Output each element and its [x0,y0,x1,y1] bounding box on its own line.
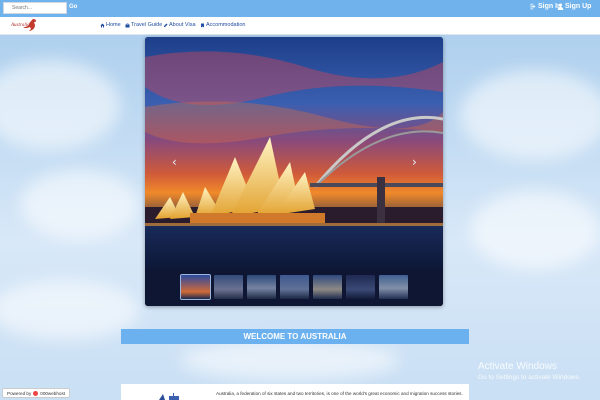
powered-by-label: Powered by [7,390,32,396]
webhost-logo-icon [33,390,39,396]
thumbnail-1[interactable] [180,274,211,300]
activate-windows-watermark: Activate Windows Go to Settings to activ… [478,361,581,381]
activate-windows-subtitle: Go to Settings to activate Windows. [478,374,581,381]
home-icon [100,23,105,27]
activate-windows-title: Activate Windows [478,361,557,372]
search-input[interactable] [3,2,67,14]
signup-label: Sign Up [565,3,592,10]
thumbnail-7[interactable] [379,275,408,299]
thumbnail-5[interactable] [313,275,342,299]
cloud-decoration [180,340,400,380]
cloud-decoration [0,280,140,340]
intro-illustration [159,393,179,400]
intro-card: Australia, a federation of six states an… [121,384,469,400]
thumbnail-strip [145,269,443,306]
bookmark-icon [201,23,204,27]
cloud-decoration [470,190,600,270]
nav-home[interactable]: Home [100,22,121,28]
pencil-icon [164,23,168,27]
nav-accommodation-label: Accommodation [206,22,246,28]
logo-text: Australia [11,23,30,28]
welcome-title: WELCOME TO AUSTRALIA [243,332,347,341]
signin-icon [530,3,536,10]
cloud-decoration [20,170,140,240]
image-slider[interactable]: ‹ › [145,37,443,306]
nav-home-label: Home [106,22,121,28]
thumbnail-6[interactable] [346,275,375,299]
top-bar: Go Sign In Sign Up [0,0,600,17]
site-logo[interactable]: Australia [11,19,37,33]
cloud-decoration [0,60,120,150]
go-button[interactable]: Go [69,4,77,10]
nav-about-visa[interactable]: About Visa [163,22,196,28]
powered-by-host: 000webhost [40,390,66,396]
welcome-banner: WELCOME TO AUSTRALIA [121,329,469,344]
signup-link[interactable]: Sign Up [557,3,591,10]
nav-about-visa-label: About Visa [169,22,196,28]
prev-arrow[interactable]: ‹ [172,155,177,169]
thumbnail-3[interactable] [247,275,276,299]
cloud-decoration [460,70,600,160]
thumbnail-2[interactable] [214,275,243,299]
briefcase-icon [125,23,130,27]
sydney-opera-house-slide [145,37,443,269]
powered-by-badge[interactable]: Powered by 000webhost [2,388,71,398]
nav-travel-guide-label: Travel Guide [131,22,163,28]
nav-travel-guide[interactable]: Travel Guide [125,22,162,28]
user-icon [557,3,564,10]
nav-bar: Australia Home Travel Guide About Visa A… [0,17,600,35]
intro-text: Australia, a federation of six states an… [216,391,463,396]
next-arrow[interactable]: › [412,155,417,169]
nav-accommodation[interactable]: Accommodation [200,22,245,28]
thumbnail-4[interactable] [280,275,309,299]
